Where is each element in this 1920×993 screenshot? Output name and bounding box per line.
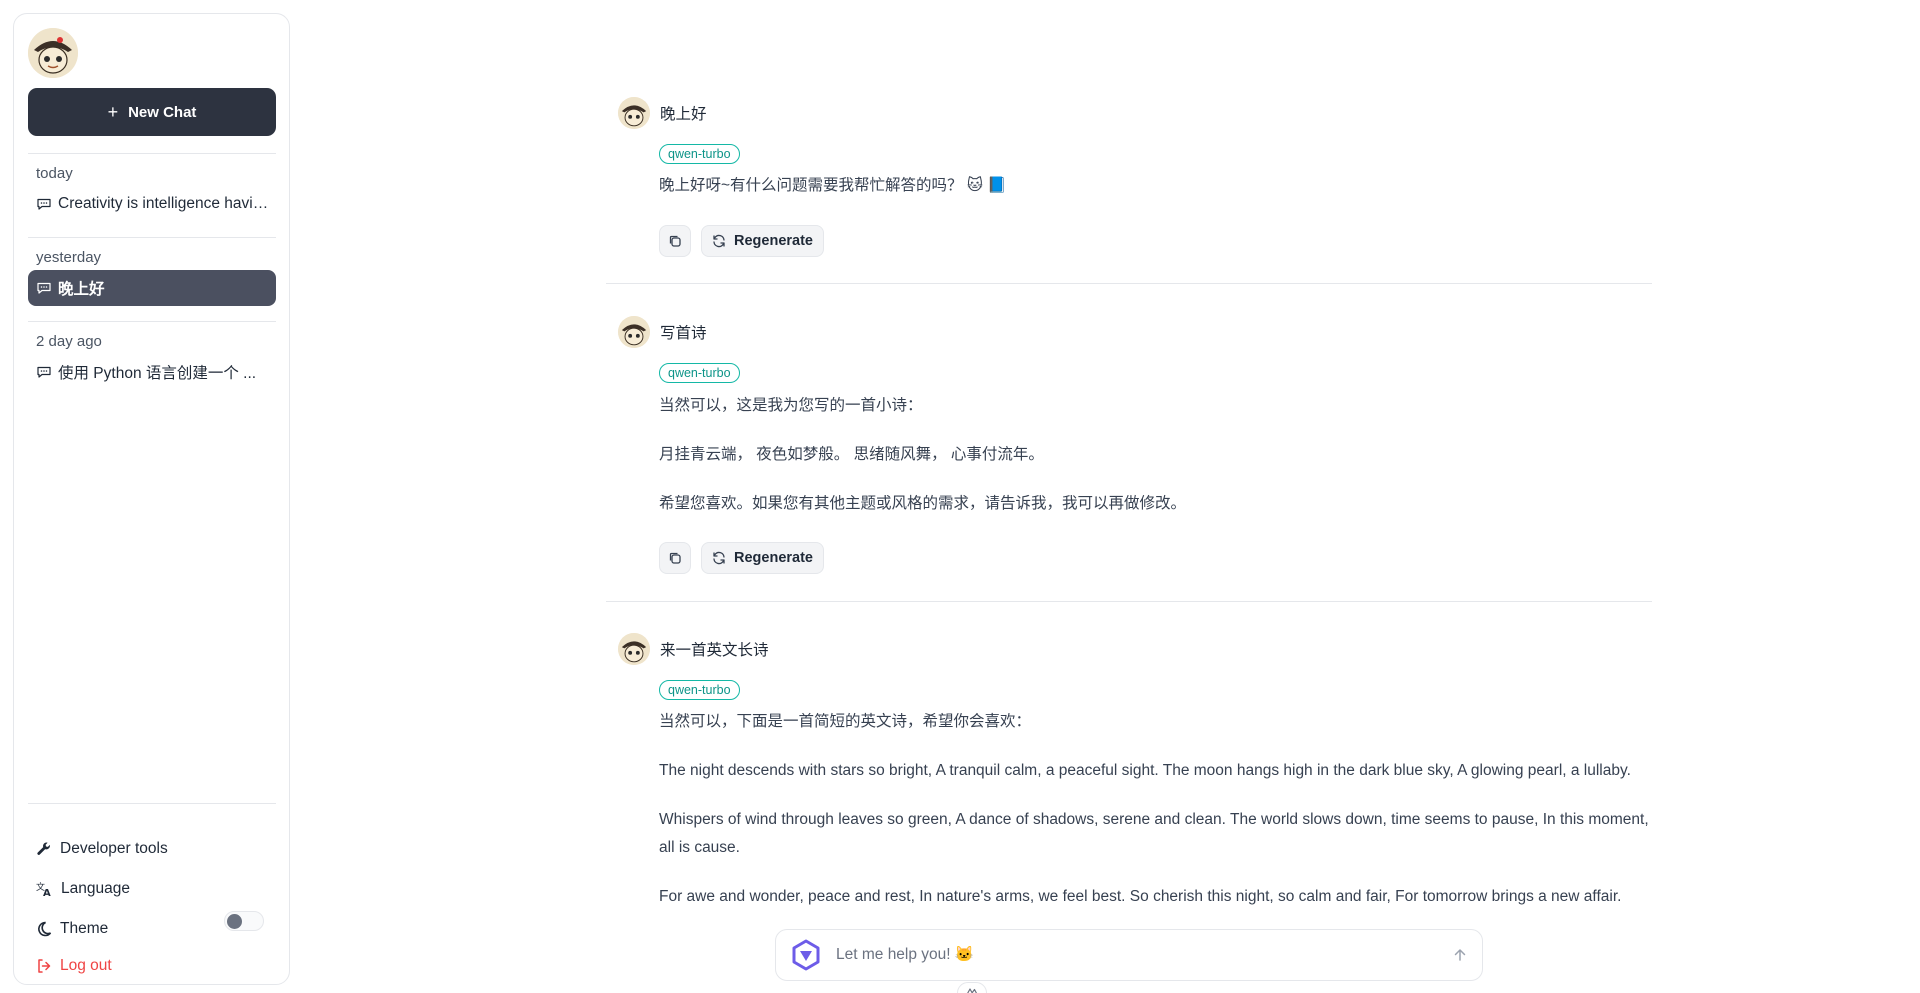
chat-bubble-icon (37, 282, 51, 294)
theme-label: Theme (60, 920, 109, 937)
svg-text:A: A (43, 888, 51, 897)
user-message-text: 来一首英文长诗 (660, 642, 769, 659)
copy-button[interactable] (659, 225, 691, 257)
theme-toggle[interactable] (224, 911, 264, 931)
send-arrow-icon[interactable] (1452, 947, 1468, 963)
chat-bubble-icon (37, 366, 51, 378)
regenerate-button[interactable]: Regenerate (701, 225, 824, 257)
group-label-today: today (36, 165, 73, 182)
divider (28, 153, 276, 154)
conversation-item[interactable]: 使用 Python 语言创建一个 ... (28, 354, 276, 390)
divider (28, 237, 276, 238)
conversation-title: 晚上好 (58, 281, 105, 298)
conversation-title: 使用 Python 语言创建一个 ... (58, 365, 257, 382)
chat-input-bar (775, 929, 1483, 981)
conversation-item[interactable]: Creativity is intelligence having fun (28, 186, 276, 222)
message-block: 晚上好 qwen-turbo 晚上好呀~有什么问题需要我帮忙解答的吗？ 🐱 📘 … (606, 97, 1652, 282)
assistant-paragraph: The night descends with stars so bright,… (659, 762, 1631, 779)
group-label-2-day-ago: 2 day ago (36, 333, 102, 350)
conversation-title: Creativity is intelligence having fun (58, 195, 270, 212)
theme-row: Theme (36, 915, 108, 943)
user-message: 晚上好 (618, 97, 707, 129)
assistant-paragraph: 当然可以，这是我为您写的一首小诗： (659, 397, 923, 414)
avatar-image (28, 28, 78, 78)
regenerate-label: Regenerate (734, 550, 813, 566)
user-message: 写首诗 (618, 316, 707, 348)
assistant-paragraph: For awe and wonder, peace and rest, In n… (659, 888, 1622, 905)
moon-icon (38, 921, 52, 937)
nuxt-logo-icon (967, 988, 978, 993)
sidebar: + New Chat today Creativity is intellige… (13, 13, 290, 985)
new-chat-label: New Chat (128, 103, 197, 121)
user-message-text: 写首诗 (660, 325, 707, 342)
assistant-paragraph: 月挂青云端， 夜色如梦般。 思绪随风舞， 心事付流年。 (659, 446, 1044, 463)
new-chat-button[interactable]: + New Chat (28, 88, 276, 136)
avatar (618, 316, 650, 348)
message-actions: Regenerate (659, 542, 824, 574)
wrench-icon (37, 842, 50, 855)
message-actions: Regenerate (659, 225, 824, 257)
user-message-text: 晚上好 (660, 106, 707, 123)
model-tag: qwen-turbo (659, 144, 740, 164)
plus-icon: + (107, 101, 119, 122)
model-tag: qwen-turbo (659, 363, 740, 383)
avatar-image (618, 316, 650, 348)
assistant-paragraph: Whispers of wind through leaves so green… (659, 811, 1649, 856)
avatar[interactable] (28, 28, 78, 78)
group-label-yesterday: yesterday (36, 249, 102, 266)
qwen-logo-icon (792, 939, 820, 971)
regenerate-button[interactable]: Regenerate (701, 542, 824, 574)
message-divider (606, 601, 1652, 602)
model-tag: qwen-turbo (659, 680, 740, 700)
avatar (618, 633, 650, 665)
refresh-icon (713, 234, 725, 248)
chat-input[interactable] (836, 946, 1438, 964)
avatar (618, 97, 650, 129)
translate-icon: 文A (36, 881, 51, 897)
avatar-image (618, 633, 650, 665)
message-block: 来一首英文长诗 qwen-turbo 当然可以，下面是一首简短的英文诗，希望你会… (606, 633, 1652, 923)
divider (28, 803, 276, 804)
user-message: 来一首英文长诗 (618, 633, 769, 665)
copy-icon (669, 235, 681, 247)
copy-icon (669, 552, 681, 564)
developer-tools-label: Developer tools (60, 840, 168, 857)
divider (28, 321, 276, 322)
language-label: Language (61, 880, 130, 897)
developer-tools-button[interactable]: Developer tools (36, 835, 168, 863)
logout-label: Log out (60, 957, 112, 974)
logout-icon (38, 959, 51, 973)
copy-button[interactable] (659, 542, 691, 574)
assistant-paragraph: 希望您喜欢。如果您有其他主题或风格的需求，请告诉我，我可以再做修改。 (659, 495, 1187, 512)
assistant-paragraph: 当然可以，下面是一首简短的英文诗，希望你会喜欢： (659, 713, 1032, 730)
toggle-knob (227, 914, 242, 929)
avatar-image (618, 97, 650, 129)
regenerate-label: Regenerate (734, 233, 813, 249)
refresh-icon (713, 551, 725, 565)
assistant-paragraph: 晚上好呀~有什么问题需要我帮忙解答的吗？ 🐱 📘 (659, 177, 1007, 194)
logout-button[interactable]: Log out (36, 952, 112, 980)
chat-bubble-icon (37, 198, 51, 210)
message-divider (606, 283, 1652, 284)
language-button[interactable]: 文A Language (36, 875, 130, 903)
nuxt-logo-button[interactable] (957, 982, 987, 993)
conversation-item-active[interactable]: 晚上好 (28, 270, 276, 306)
message-block: 写首诗 qwen-turbo 当然可以，这是我为您写的一首小诗： 月挂青云端， … (606, 316, 1652, 601)
